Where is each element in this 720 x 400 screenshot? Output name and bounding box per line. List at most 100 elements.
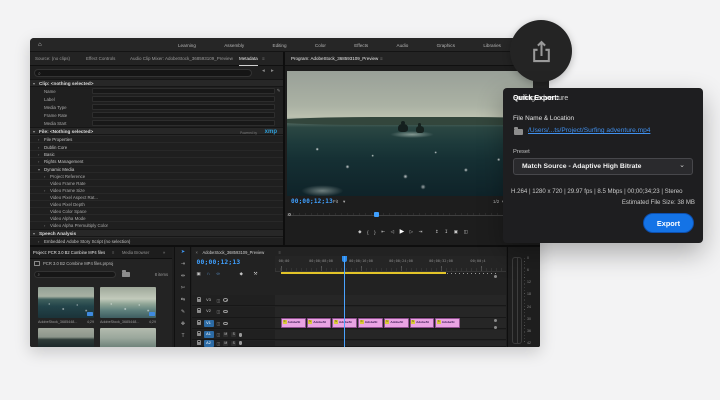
row-video-pixel-aspect[interactable]: Video Pixel Aspect Rat... — [30, 193, 283, 200]
scrubber-track[interactable] — [287, 215, 539, 216]
section-basic[interactable]: ›Basic — [30, 150, 283, 157]
section-rights-management[interactable]: ›Rights Management — [30, 157, 283, 164]
workspace-tab-libraries[interactable]: Libraries — [483, 43, 501, 48]
row-video-pixel-depth[interactable]: Video Pixel Depth — [30, 200, 283, 207]
pen-tool[interactable]: ✎ — [175, 309, 192, 315]
timeline-clip[interactable]: fxAdobeSt — [384, 318, 409, 328]
track-header-a1[interactable]: A1 ◫ M S — [192, 330, 276, 340]
snap-magnet-icon[interactable]: ∩ — [207, 271, 210, 276]
track-lane-a2[interactable] — [275, 341, 506, 347]
timeline-tab[interactable]: AdobeStock_368593109_Preview — [203, 247, 265, 258]
selection-tool[interactable]: ➤ — [175, 249, 192, 255]
play-button[interactable]: ▶ — [400, 229, 404, 235]
timeline-timecode[interactable]: 00;00;12;13 — [197, 259, 241, 266]
next-arrow-icon[interactable]: ▸ — [271, 68, 274, 74]
timeline-clip[interactable]: fxAdobeSt — [358, 318, 383, 328]
sync-lock-icon[interactable]: ◫ — [217, 341, 221, 346]
panel-menu-icon[interactable]: ≡ — [380, 52, 383, 66]
tab-program[interactable]: Program: AdobeStock_368593109_Preview — [291, 52, 378, 66]
work-area-bar[interactable] — [281, 272, 446, 274]
extract-button[interactable]: ↧ — [444, 229, 448, 235]
row-video-color-space[interactable]: Video Color Space — [30, 207, 283, 214]
add-marker-icon[interactable]: ◆ — [240, 271, 244, 277]
tab-source[interactable]: Source: (no clips) — [35, 52, 70, 66]
tab-metadata[interactable]: Metadata — [239, 52, 258, 66]
label-field[interactable] — [92, 96, 275, 102]
voiceover-mic-icon[interactable] — [239, 333, 241, 337]
clip-thumbnail[interactable] — [38, 287, 94, 318]
nest-toggle-icon[interactable]: ▣ — [197, 271, 201, 277]
name-field[interactable] — [92, 88, 275, 94]
field-row-media-start[interactable]: Media Start — [30, 119, 283, 127]
clip-thumbnail[interactable] — [38, 328, 94, 348]
timeline-clip[interactable]: fxAdobeSt — [410, 318, 435, 328]
sync-lock-icon[interactable]: ◫ — [217, 298, 221, 303]
mute-button[interactable]: M — [223, 341, 228, 346]
lock-icon[interactable] — [197, 342, 201, 345]
track-lane-v2[interactable] — [275, 307, 506, 318]
tab-audio-clip-mixer[interactable]: Audio Clip Mixer: AdobeStock_368593109_P… — [130, 52, 233, 66]
workspace-tab-effects[interactable]: Effects — [354, 43, 368, 48]
step-forward-button[interactable]: ▷ — [410, 229, 414, 235]
zoom-level-dropdown[interactable]: Fit — [333, 199, 338, 204]
lock-icon[interactable] — [197, 333, 201, 336]
clip-section-header[interactable]: ▾ Clip: <nothing selected> — [30, 79, 283, 87]
linked-selection-icon[interactable]: ∞ — [217, 271, 220, 276]
lift-button[interactable]: ↥ — [435, 229, 439, 235]
timeline-ruler[interactable]: 00;00 00;00;08;00 00;00;16;00 00;00;24;0… — [275, 256, 506, 272]
eye-icon[interactable] — [223, 322, 228, 325]
row-embedded-story-script[interactable]: ›Embedded Adobe Story Script (no selecti… — [30, 237, 283, 245]
solo-button[interactable]: S — [231, 332, 236, 337]
export-button[interactable]: Export — [643, 213, 694, 233]
project-file-name[interactable]: PCR 3.0 B2 Combine MP4 files.prproj — [43, 261, 113, 266]
track-lane-v3[interactable] — [275, 295, 506, 306]
mute-button[interactable]: M — [223, 332, 228, 337]
field-row-name[interactable]: Name ✎ — [30, 87, 283, 95]
lock-icon[interactable] — [197, 299, 201, 302]
add-marker-button[interactable]: ◆ — [358, 229, 362, 235]
mark-out-button[interactable]: } — [374, 230, 376, 235]
new-bin-folder-icon[interactable] — [122, 272, 130, 278]
go-to-in-button[interactable]: ⇤ — [381, 229, 385, 235]
row-video-frame-size[interactable]: ›Video Frame Size — [30, 186, 283, 193]
row-video-alpha-mode[interactable]: Video Alpha Mode — [30, 214, 283, 221]
metadata-search-input[interactable]: ⌕ — [34, 69, 252, 78]
track-badge[interactable]: V1 — [204, 320, 214, 327]
track-header-v3[interactable]: V3 ◫ — [192, 295, 276, 306]
row-video-frame-rate[interactable]: Video Frame Rate — [30, 179, 283, 186]
tab-effect-controls[interactable]: Effect Controls — [86, 52, 115, 66]
sync-lock-icon[interactable]: ◫ — [217, 332, 221, 337]
track-header-v2[interactable]: V2 ◫ — [192, 307, 276, 318]
track-badge[interactable]: V3 — [204, 297, 214, 304]
track-badge[interactable]: V2 — [204, 308, 214, 315]
preset-dropdown[interactable]: Match Source - Adaptive High Bitrate ⌄ — [513, 158, 693, 175]
lock-icon[interactable] — [197, 310, 201, 313]
prev-arrow-icon[interactable]: ◂ — [262, 68, 265, 74]
workspace-tab-assembly[interactable]: Assembly — [224, 43, 244, 48]
eye-icon[interactable] — [223, 298, 228, 301]
mark-in-button[interactable]: { — [367, 230, 369, 235]
workspace-tab-learning[interactable]: Learning — [178, 43, 196, 48]
project-search-input[interactable]: ⌕ — [34, 271, 116, 279]
track-lane-a1[interactable] — [275, 330, 506, 340]
sync-lock-icon[interactable]: ◫ — [217, 309, 221, 314]
scrollbar-handle[interactable] — [494, 275, 497, 278]
playhead-line[interactable] — [344, 256, 345, 348]
playback-resolution-dropdown[interactable]: 1/2 — [493, 199, 499, 204]
section-dynamic-media[interactable]: ▾Dynamic Media — [30, 165, 283, 172]
ripple-edit-tool[interactable]: ⇹ — [175, 273, 192, 279]
tab-media-browser[interactable]: Media Browser — [122, 247, 149, 259]
workspace-tab-graphics[interactable]: Graphics — [437, 43, 455, 48]
hand-tool[interactable]: ✥ — [175, 321, 192, 327]
file-section-header[interactable]: ▾ File: <Nothing selected> Powered by xm… — [30, 127, 283, 135]
eye-icon[interactable] — [223, 310, 228, 313]
track-badge[interactable]: A1 — [204, 331, 214, 338]
field-row-frame-rate[interactable]: Frame Rate — [30, 111, 283, 119]
section-dublin-core[interactable]: ›Dublin Core — [30, 142, 283, 149]
sync-lock-icon[interactable]: ◫ — [217, 321, 221, 326]
clip-thumbnail[interactable] — [100, 287, 156, 318]
timeline-clip[interactable]: fxAdobeSt — [281, 318, 306, 328]
clip-thumbnail[interactable] — [100, 328, 156, 348]
type-tool[interactable]: T — [175, 333, 192, 339]
home-icon[interactable]: ⌂ — [38, 38, 42, 52]
